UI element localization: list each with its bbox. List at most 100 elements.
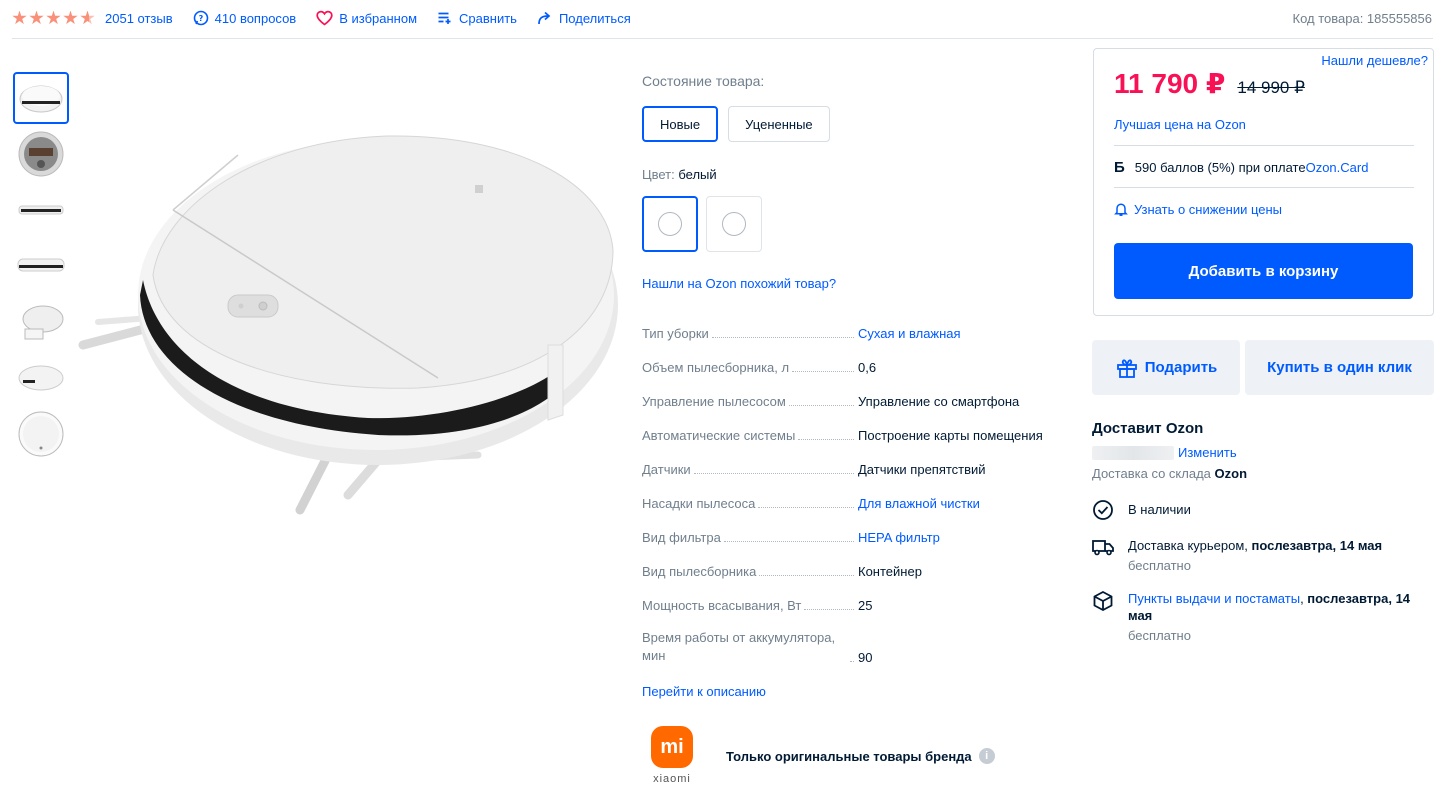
questions-link[interactable]: ? 410 вопросов (193, 10, 296, 26)
star-half-icon (80, 10, 95, 25)
robot-vacuum-side-thumbnail (18, 205, 64, 215)
old-price: 14 990 ₽ (1237, 78, 1305, 97)
share-link[interactable]: Поделиться (537, 10, 631, 26)
pickup-points-link[interactable]: Пункты выдачи и постаматы (1128, 591, 1300, 606)
compare-link[interactable]: Сравнить (437, 10, 517, 26)
spec-name: Датчики (642, 462, 691, 477)
add-to-cart-button[interactable]: Добавить в корзину (1114, 243, 1413, 299)
robot-vacuum-profile-thumbnail (17, 258, 65, 272)
truck-icon (1092, 540, 1114, 556)
spec-row: Автоматические системы Построение карты … (642, 418, 1072, 452)
brand-wordmark: xiaomi (653, 773, 691, 785)
in-stock-row: В наличии (1092, 499, 1432, 521)
spec-row: Датчики Датчики препятствий (642, 452, 1072, 486)
spec-row: Насадки пылесоса Для влажной чистки (642, 486, 1072, 520)
price-drop-notify-link[interactable]: Узнать о снижении цены (1114, 202, 1282, 217)
change-address-link[interactable]: Изменить (1178, 445, 1237, 460)
best-price-link[interactable]: Лучшая цена на Ozon (1114, 117, 1246, 132)
spec-value-link[interactable]: Для влажной чистки (858, 496, 980, 511)
thumbnail-4[interactable] (13, 240, 69, 292)
spec-list: Тип уборки Сухая и влажная Объем пылесбо… (642, 316, 1072, 674)
thumbnail-5[interactable] (13, 296, 69, 348)
spec-value: Контейнер (858, 564, 922, 579)
color-label: Цвет: белый (642, 167, 717, 182)
delivery-info: Доставит Ozon Изменить Доставка со склад… (1092, 420, 1432, 644)
bell-icon (1114, 203, 1128, 216)
spec-row: Время работы от аккумулятора, мин 90 (642, 622, 1072, 674)
spec-row: Вид фильтра HEPA фильтр (642, 520, 1072, 554)
check-circle-icon (1093, 500, 1113, 520)
bonus-icon: Б (1114, 159, 1125, 176)
divider (1114, 187, 1414, 188)
spec-row: Управление пылесосом Управление со смарт… (642, 384, 1072, 418)
ozon-card-link[interactable]: Ozon.Card (1306, 160, 1369, 175)
product-main-image[interactable] (78, 100, 638, 530)
spec-value: Управление со смартфона (858, 394, 1020, 409)
rating-stars[interactable] (12, 10, 95, 26)
spec-value: 25 (858, 598, 873, 613)
spec-value: Датчики препятствий (858, 462, 986, 477)
spec-name: Вид фильтра (642, 530, 721, 545)
robot-vacuum-front-thumbnail (18, 365, 64, 391)
spec-name: Мощность всасывания, Вт (642, 598, 802, 613)
pickup-delivery-row: Пункты выдачи и постаматы, послезавтра, … (1092, 590, 1432, 644)
address-placeholder (1092, 445, 1174, 460)
spec-value-link[interactable]: Сухая и влажная (858, 326, 961, 341)
color-swatch-white-1[interactable] (642, 196, 698, 252)
thumbnail-7[interactable] (13, 408, 69, 460)
product-meta-bar: 2051 отзыв ? 410 вопросов В избранном Ср… (12, 6, 1432, 30)
spec-row: Мощность всасывания, Вт 25 (642, 588, 1072, 622)
box-icon (1093, 590, 1113, 612)
spec-name: Автоматические системы (642, 428, 796, 443)
buy-one-click-button[interactable]: Купить в один клик (1245, 340, 1434, 395)
reviews-link[interactable]: 2051 отзыв (105, 11, 173, 26)
star-icon (46, 10, 61, 25)
thumbnail-6[interactable] (13, 352, 69, 404)
star-icon (63, 10, 78, 25)
spec-value: 90 (858, 650, 873, 665)
compare-list-icon (438, 12, 451, 24)
warehouse-info: Доставка со склада Ozon (1092, 466, 1248, 481)
divider (12, 38, 1433, 39)
address-row: Изменить (1092, 445, 1432, 460)
color-dot (658, 212, 682, 236)
star-icon (12, 10, 27, 25)
bonus-info: Б 590 баллов (5%) при оплате Ozon.Card (1114, 159, 1369, 176)
thumbnail-list (13, 72, 69, 464)
thumbnail-1[interactable] (13, 72, 69, 124)
share-arrow-icon (538, 11, 551, 25)
condition-discounted-button[interactable]: Уцененные (728, 106, 830, 142)
info-icon[interactable]: i (978, 748, 995, 764)
courier-delivery-row: Доставка курьером, послезавтра, 14 мая б… (1092, 537, 1432, 574)
brand-block: mi xiaomi Только оригинальные товары бре… (644, 726, 995, 786)
condition-selector: Новые Уцененные (642, 106, 830, 142)
spec-row: Объем пылесборника, л 0,6 (642, 350, 1072, 384)
go-to-description-link[interactable]: Перейти к описанию (642, 684, 766, 699)
color-swatch-white-2[interactable] (706, 196, 762, 252)
mi-logo-icon: mi (651, 726, 693, 768)
price-card: Нашли дешевле? 11 790 ₽ 14 990 ₽ Лучшая … (1093, 48, 1434, 316)
spec-name: Время работы от аккумулятора, мин (642, 630, 836, 663)
thumbnail-3[interactable] (13, 184, 69, 236)
condition-new-button[interactable]: Новые (642, 106, 719, 142)
product-sku: Код товара: 185555856 (1292, 10, 1433, 26)
spec-name: Тип уборки (642, 326, 709, 341)
spec-name: Насадки пылесоса (642, 496, 756, 511)
current-price: 11 790 ₽ (1114, 68, 1226, 99)
color-dot (722, 212, 746, 236)
favorite-link[interactable]: В избранном (316, 10, 417, 26)
similar-product-link[interactable]: Нашли на Ozon похожий товар? (642, 276, 836, 291)
delivery-title: Доставит Ozon (1092, 420, 1204, 437)
xiaomi-logo[interactable]: mi xiaomi (644, 726, 700, 786)
gift-icon (1116, 358, 1137, 378)
spec-name: Вид пылесборника (642, 564, 757, 579)
thumbnail-2[interactable] (13, 128, 69, 180)
heart-icon (316, 10, 333, 26)
found-cheaper-link[interactable]: Нашли дешевле? (1321, 53, 1428, 68)
spec-value: 0,6 (858, 360, 877, 375)
spec-name: Объем пылесборника, л (642, 360, 790, 375)
spec-row: Вид пылесборника Контейнер (642, 554, 1072, 588)
gift-button[interactable]: Подарить (1092, 340, 1240, 395)
robot-vacuum-image (78, 135, 618, 515)
spec-value-link[interactable]: HEPA фильтр (858, 530, 940, 545)
